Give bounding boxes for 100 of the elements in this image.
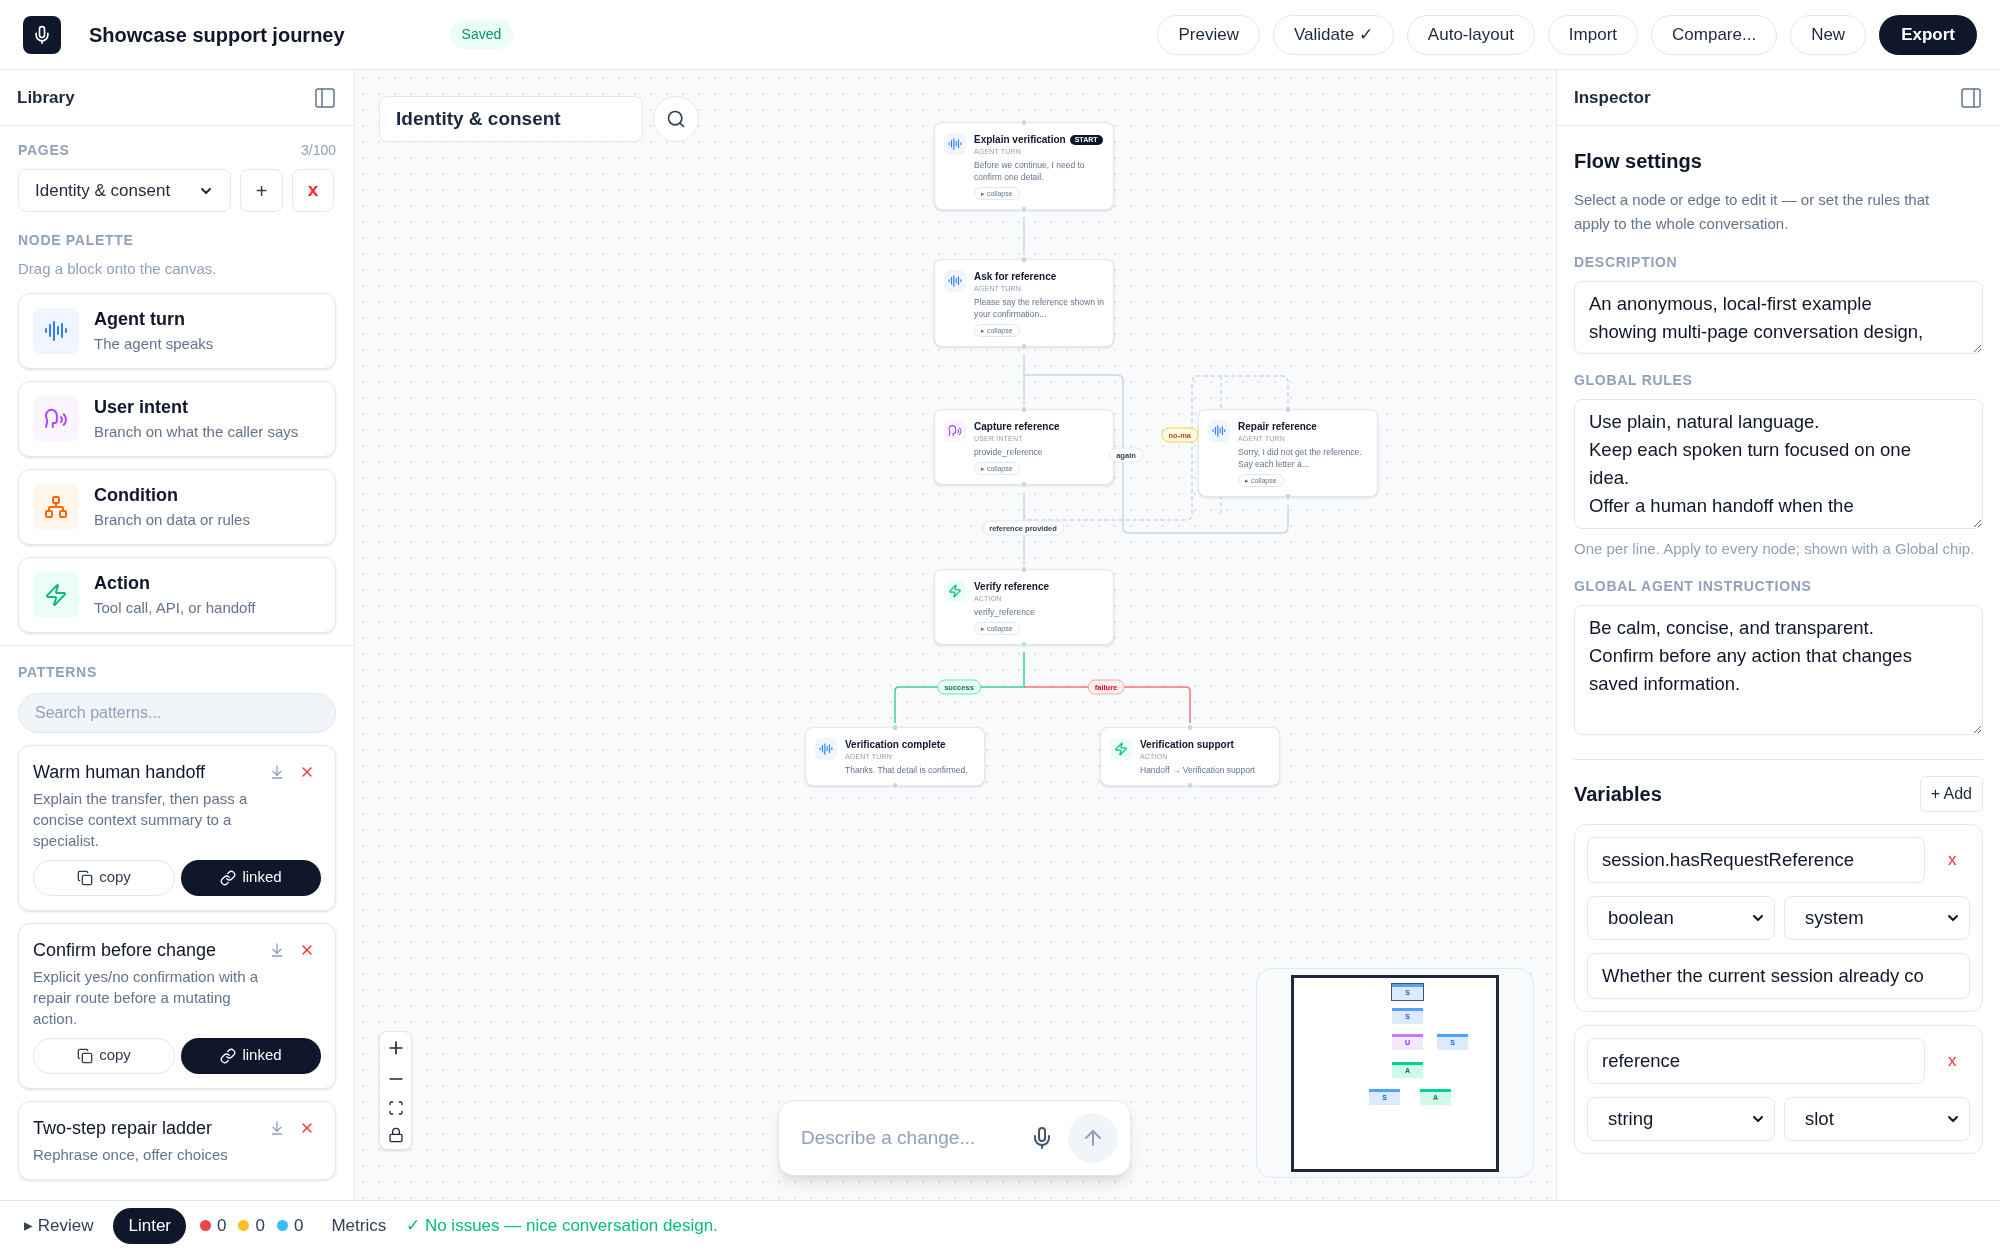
add-page-button[interactable]: + [240,169,283,212]
add-variable-button[interactable]: + Add [1919,776,1983,812]
variable-name-field[interactable]: reference [1587,1038,1925,1084]
palette-block[interactable]: User intent Branch on what the caller says [18,380,336,457]
palette-block[interactable]: Condition Branch on data or rules [18,468,336,545]
connector-handle[interactable] [1020,406,1028,413]
node-title: Repair reference [1238,420,1317,433]
connector-handle[interactable] [891,724,899,731]
pattern-title: Two-step repair ladder [33,1116,213,1140]
toolbar-button[interactable]: Import [1547,14,1639,55]
section-label: PATTERNS [18,662,98,682]
field-label: DESCRIPTION [1574,253,1679,272]
node-title: Verify reference [974,580,1050,593]
node-title: Capture reference [974,420,1060,433]
toolbar-button[interactable]: Export [1879,14,1977,55]
connector-handle[interactable] [1186,724,1194,731]
text-area[interactable]: An anonymous, local-first example showing multi-page conversation design, [1574,281,1983,354]
issue-count: 0 [293,1214,304,1237]
pattern-description: Explicit yes/no confirmation with a repair route before a mutating action. [33,966,260,1029]
connector-handle[interactable] [1020,481,1028,488]
variable-description-field[interactable]: Whether the current session already co [1587,953,1970,999]
lightning-icon [44,582,68,607]
toolbar-button[interactable]: New [1790,14,1867,55]
block-title: Agent turn [94,307,186,331]
connector-handle[interactable] [1020,206,1028,213]
remove-variable-button[interactable]: x [1934,847,1970,873]
pattern-description: Rephrase once, offer choices [33,1144,229,1165]
sidebar-toggle-icon[interactable] [1959,85,1983,110]
palette-block[interactable]: Agent turn The agent speaks [18,292,336,369]
panel-title: Inspector [1574,86,1651,109]
linked-button[interactable]: linked [181,859,321,896]
node-text: Before we continue, I need to confirm one detail. [974,159,1086,183]
pattern-title: Warm human handoff [33,760,206,784]
copy-icon [77,869,94,886]
connector-line [1023,216,1025,256]
lightning-icon [948,584,962,598]
node-title: Explain verification [974,133,1066,146]
node-text: Thanks. That detail is confirmed. [845,764,968,776]
scope-select[interactable]: slot [1784,1097,1970,1141]
text-area[interactable]: Be calm, concise, and transparent. Confirm before any action that changes saved information. [1574,605,1983,735]
connector-handle[interactable] [1284,493,1292,500]
search-button[interactable] [653,96,699,142]
waveform-icon [44,318,68,343]
block-description: Tool call, API, or handoff [94,597,256,618]
connector-handle[interactable] [1020,256,1028,263]
linter-tab[interactable]: Linter [113,1207,186,1244]
linked-button[interactable]: linked [181,1037,321,1074]
branch-icon [44,494,68,519]
type-select[interactable]: string [1587,1097,1775,1141]
connector-handle[interactable] [1186,782,1194,789]
toolbar-button[interactable]: Compare... [1651,14,1778,55]
toolbar-button[interactable]: Auto-layout [1406,14,1535,55]
intro-text: Select a node or edge to edit it — or set the rules that apply to the whole conversation. [1574,190,1931,234]
prompt-field[interactable]: Describe a change... [801,1123,1016,1153]
remove-variable-button[interactable]: x [1934,1048,1970,1074]
type-select[interactable]: boolean [1587,896,1775,940]
review-toggle[interactable]: ▸ Review [24,1212,94,1239]
toolbar-button[interactable]: Preview [1157,14,1260,55]
pattern-search-field[interactable]: Search patterns... [18,692,336,733]
sidebar-toggle-icon[interactable] [313,85,337,110]
send-button[interactable] [1068,1113,1118,1163]
node-title: Verification support [1140,738,1234,751]
connector-handle[interactable] [1020,566,1028,573]
variable-name-field[interactable]: session.hasRequestReference [1587,837,1925,883]
connector-handle[interactable] [1020,119,1028,126]
metrics-tab[interactable]: Metrics [331,1212,387,1239]
lint-message: ✓ No issues — nice conversation design. [406,1214,718,1237]
lightning-icon [1114,742,1128,756]
link-icon [220,1047,237,1064]
section-heading: Flow settings [1574,149,1703,174]
block-title: User intent [94,395,190,419]
page-count: 3/100 [300,141,336,160]
search-icon [666,109,686,129]
connector-handle[interactable] [1020,343,1028,350]
palette-block[interactable]: Action Tool call, API, or handoff [18,556,336,633]
issue-count: 0 [255,1214,265,1237]
node-title: Ask for reference [974,270,1057,283]
node-text: Sorry, I did not get the reference. Say each letter a... [1238,446,1363,470]
panel-title: Library [17,86,75,109]
connector-handle[interactable] [1284,406,1292,413]
delete-page-button[interactable]: x [292,169,334,212]
status-badge: Saved [449,20,514,49]
insert-icon[interactable] [269,1120,285,1136]
document-title: Showcase support journey [89,22,345,48]
lock-icon[interactable] [387,1127,404,1143]
scope-select[interactable]: system [1784,896,1970,940]
page-title-field[interactable]: Identity & consent [379,96,643,142]
insert-icon[interactable] [269,764,285,780]
waveform-icon [819,742,833,756]
toolbar-button[interactable]: Validate ✓ [1272,14,1394,55]
connector-handle[interactable] [891,782,899,789]
page-select[interactable]: Identity & consent [18,169,231,212]
fit-view-icon[interactable] [387,1100,404,1116]
section-label: PAGES [18,141,70,160]
connector-handle[interactable] [1020,641,1028,648]
text-area[interactable]: Use plain, natural language. Keep each spoken turn focused on one idea. Offer a human handoff when the [1574,399,1983,529]
node-text: provide_reference [974,446,1043,458]
node-title: Verification complete [845,738,946,751]
insert-icon[interactable] [269,942,285,958]
speaking-person-icon [44,406,68,431]
